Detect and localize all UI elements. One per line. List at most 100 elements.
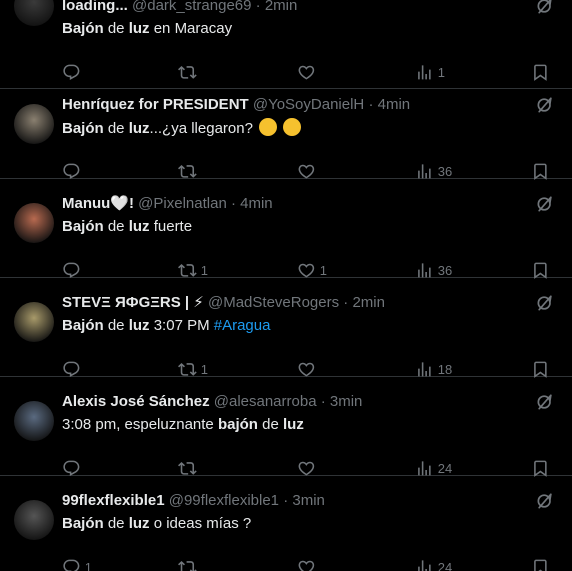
views-button[interactable]: 1 xyxy=(415,62,445,82)
bookmark-button[interactable] xyxy=(531,458,550,478)
author-handle[interactable]: @alesanarroba xyxy=(214,393,317,410)
timestamp[interactable]: 2min xyxy=(352,294,385,311)
views-count: 36 xyxy=(437,262,453,278)
heart-icon xyxy=(297,261,316,280)
author-handle[interactable]: @YoSoyDanielH xyxy=(253,96,364,113)
separator-dot: · xyxy=(283,492,289,509)
author-name[interactable]: Manuu🤍! xyxy=(62,195,134,212)
heart-icon xyxy=(297,162,316,181)
grok-icon[interactable] xyxy=(535,0,555,16)
tweet[interactable]: Manuu🤍! @Pixelnatlan · 4min Bajón de luz … xyxy=(0,179,572,280)
avatar[interactable] xyxy=(14,302,54,342)
author-handle[interactable]: @MadSteveRogers xyxy=(208,294,339,311)
like-button[interactable]: 1 xyxy=(297,260,327,280)
reply-button[interactable] xyxy=(62,260,85,280)
reply-button[interactable]: 1 xyxy=(62,557,92,571)
views-button[interactable]: 36 xyxy=(415,260,452,280)
retweet-button[interactable] xyxy=(178,161,201,181)
bookmark-button[interactable] xyxy=(531,62,550,82)
grok-icon[interactable] xyxy=(535,392,555,412)
author-name[interactable]: Alexis José Sánchez xyxy=(62,393,210,410)
grok-icon[interactable] xyxy=(535,194,555,214)
heart-icon xyxy=(297,459,316,478)
bookmark-icon xyxy=(531,360,550,379)
author-handle[interactable]: @Pixelnatlan xyxy=(138,195,227,212)
tweet[interactable]: 99flexflexible1 @99flexflexible1 · 3min B… xyxy=(0,476,572,571)
grok-icon[interactable] xyxy=(535,95,555,115)
timeline-feed: loading... @dark_strange69 · 2min Bajón d… xyxy=(0,0,572,571)
reply-icon xyxy=(62,360,81,379)
reply-button[interactable] xyxy=(62,62,85,82)
bookmark-icon xyxy=(531,459,550,478)
grok-icon[interactable] xyxy=(535,491,555,511)
timestamp[interactable]: 4min xyxy=(240,195,273,212)
avatar[interactable] xyxy=(14,401,54,441)
bar-chart-icon xyxy=(415,261,434,280)
reply-button[interactable] xyxy=(62,161,85,181)
reply-button[interactable] xyxy=(62,359,85,379)
bar-chart-icon xyxy=(415,558,434,571)
timestamp[interactable]: 3min xyxy=(330,393,363,410)
separator-dot: · xyxy=(343,294,349,311)
retweet-icon xyxy=(178,261,197,280)
tweet-text: Bajón de luz en Maracay xyxy=(62,20,233,37)
bookmark-button[interactable] xyxy=(531,359,550,379)
bookmark-button[interactable] xyxy=(531,260,550,280)
reply-button[interactable] xyxy=(62,458,85,478)
tweet-actions: 24 xyxy=(0,458,572,478)
views-count: 24 xyxy=(437,559,453,571)
like-button[interactable] xyxy=(297,458,320,478)
tweet[interactable]: loading... @dark_strange69 · 2min Bajón d… xyxy=(0,0,572,89)
retweet-button[interactable] xyxy=(178,557,201,571)
author-handle[interactable]: @99flexflexible1 xyxy=(169,492,279,509)
views-button[interactable]: 18 xyxy=(415,359,452,379)
tweet-text: Bajón de luz fuerte xyxy=(62,218,193,235)
reply-icon xyxy=(62,63,81,82)
retweet-button[interactable] xyxy=(178,458,201,478)
reply-icon xyxy=(62,459,81,478)
author-name[interactable]: loading... xyxy=(62,0,128,14)
separator-dot: · xyxy=(255,0,261,14)
views-count: 24 xyxy=(437,460,453,476)
timestamp[interactable]: 2min xyxy=(265,0,298,14)
replies-count: 1 xyxy=(84,559,92,571)
author-name[interactable]: Henríquez for PRESIDENT xyxy=(62,96,249,113)
reply-icon xyxy=(62,162,81,181)
timestamp[interactable]: 4min xyxy=(378,96,411,113)
avatar[interactable] xyxy=(14,203,54,243)
retweet-button[interactable] xyxy=(178,62,201,82)
tweet-header: STEVΞ ЯФGΞRS | ⚡ @MadSteveRogers · 2min xyxy=(62,293,532,313)
tweet[interactable]: Henríquez for PRESIDENT @YoSoyDanielH · … xyxy=(0,80,572,181)
views-count: 18 xyxy=(437,361,453,377)
bookmark-icon xyxy=(531,63,550,82)
heart-icon xyxy=(297,360,316,379)
avatar[interactable] xyxy=(14,0,54,26)
retweet-button[interactable]: 1 xyxy=(178,260,208,280)
author-name[interactable]: STEVΞ ЯФGΞRS | ⚡ xyxy=(62,294,204,311)
tweet-actions: 36 xyxy=(0,161,572,181)
tweet[interactable]: Alexis José Sánchez @alesanarroba · 3min… xyxy=(0,377,572,478)
like-button[interactable] xyxy=(297,359,320,379)
heart-icon xyxy=(297,63,316,82)
avatar[interactable] xyxy=(14,104,54,144)
tweet[interactable]: STEVΞ ЯФGΞRS | ⚡ @MadSteveRogers · 2min B… xyxy=(0,278,572,379)
timestamp[interactable]: 3min xyxy=(292,492,325,509)
bookmark-button[interactable] xyxy=(531,557,550,571)
grimacing-face-emoji-icon xyxy=(283,118,302,136)
author-name[interactable]: 99flexflexible1 xyxy=(62,492,165,509)
tweet-actions: 1 xyxy=(0,62,572,82)
avatar[interactable] xyxy=(14,500,54,540)
retweet-icon xyxy=(178,360,197,379)
bookmark-button[interactable] xyxy=(531,161,550,181)
author-handle[interactable]: @dark_strange69 xyxy=(132,0,251,14)
like-button[interactable] xyxy=(297,161,320,181)
like-button[interactable] xyxy=(297,557,320,571)
like-button[interactable] xyxy=(297,62,320,82)
grok-icon[interactable] xyxy=(535,293,555,313)
bookmark-icon xyxy=(531,261,550,280)
views-button[interactable]: 24 xyxy=(415,458,452,478)
retweet-button[interactable]: 1 xyxy=(178,359,208,379)
views-button[interactable]: 36 xyxy=(415,161,452,181)
views-button[interactable]: 24 xyxy=(415,557,452,571)
retweet-icon xyxy=(178,558,197,571)
